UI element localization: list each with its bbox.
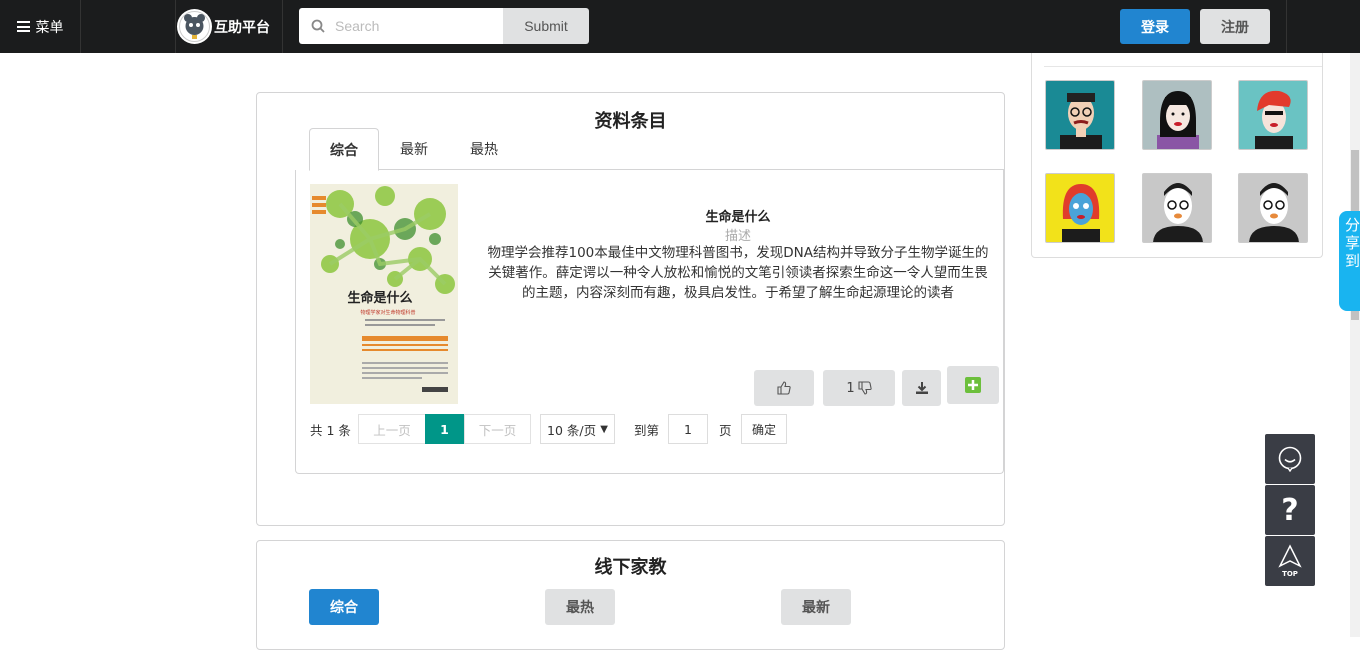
thumbs-up-icon <box>777 381 791 395</box>
plus-square-icon <box>965 377 981 393</box>
panel-divider <box>1044 66 1322 67</box>
chat-button[interactable] <box>1265 434 1315 484</box>
tab-latest[interactable]: 最新 <box>379 128 449 170</box>
avatar[interactable] <box>1142 80 1212 150</box>
item-title[interactable]: 生命是什么 <box>468 206 1008 225</box>
download-button[interactable] <box>902 370 941 406</box>
item-subtitle: 描述 <box>724 229 751 244</box>
next-page-button[interactable]: 下一页 <box>464 414 531 444</box>
thumbs-down-icon <box>858 381 872 395</box>
hamburger-icon <box>16 21 30 32</box>
top-navbar: 菜单 互助平台 Submit 登录 注册 <box>0 0 1360 53</box>
chat-icon <box>1278 446 1302 472</box>
like-button[interactable] <box>754 370 814 406</box>
tab-hottest[interactable]: 最热 <box>449 128 519 170</box>
share-tab[interactable]: 分享到： <box>1339 211 1360 311</box>
page-scrollbar[interactable] <box>1350 53 1360 637</box>
cover-title: 生命是什么 <box>347 290 412 306</box>
menu-label: 菜单 <box>35 19 64 36</box>
materials-card: 资料条目 综合 最新 最热 生命是什么 物理学家对生命物理科普 生命是什么 描述… <box>256 92 1005 526</box>
brand[interactable]: 互助平台 <box>175 0 283 53</box>
item-description: 物理学会推荐100本最佳中文物理科普图书，发现DNA结构并导致分子生物学诞生的关… <box>487 245 989 301</box>
help-icon: ? <box>1281 492 1299 528</box>
tutoring-title: 线下家教 <box>594 557 667 578</box>
login-button[interactable]: 登录 <box>1120 9 1190 44</box>
menu-button[interactable]: 菜单 <box>0 0 81 53</box>
goto-label: 到第 <box>634 422 660 438</box>
navbar-divider <box>1286 0 1287 53</box>
top-icon: TOP <box>1278 544 1302 578</box>
help-button[interactable]: ? <box>1265 485 1315 535</box>
materials-tabs: 综合 最新 最热 <box>309 128 1005 171</box>
filter-latest-button[interactable]: 最新 <box>781 589 851 625</box>
current-page[interactable]: 1 <box>425 414 464 444</box>
search-input[interactable] <box>335 18 495 34</box>
search-submit-button[interactable]: Submit <box>503 8 589 44</box>
cover-subtitle: 物理学家对生命物理科普 <box>360 309 415 316</box>
brand-name: 互助平台 <box>214 19 270 36</box>
pager-total: 共 1 条 <box>310 422 351 438</box>
page-size-value: 10 条/页 <box>547 422 597 438</box>
avatar[interactable] <box>1045 80 1115 150</box>
download-icon <box>915 382 928 394</box>
search-field <box>299 8 503 44</box>
avatar[interactable] <box>1142 173 1212 243</box>
back-to-top-button[interactable]: TOP <box>1265 536 1315 586</box>
dislike-count: 1 <box>846 380 855 396</box>
add-button[interactable] <box>947 366 999 404</box>
avatar[interactable] <box>1045 173 1115 243</box>
page-unit-label: 页 <box>719 422 732 438</box>
goto-page-input[interactable]: 1 <box>668 414 708 444</box>
filter-all-button[interactable]: 综合 <box>309 589 379 625</box>
materials-tab-pane: 生命是什么 物理学家对生命物理科普 生命是什么 描述 物理学会推荐100本最佳中… <box>295 170 1004 474</box>
avatar[interactable] <box>1238 80 1308 150</box>
dropdown-arrow-icon: ▼ <box>600 423 608 435</box>
user-avatar-panel <box>1031 53 1323 258</box>
goto-confirm-button[interactable]: 确定 <box>741 414 787 444</box>
book-cover[interactable]: 生命是什么 物理学家对生命物理科普 <box>310 184 458 404</box>
tab-all[interactable]: 综合 <box>309 128 379 171</box>
dislike-button[interactable]: 1 <box>823 370 895 406</box>
register-button[interactable]: 注册 <box>1200 9 1270 44</box>
search-icon <box>311 19 325 33</box>
prev-page-button[interactable]: 上一页 <box>358 414 426 444</box>
search-box: Submit <box>299 8 589 44</box>
avatar[interactable] <box>1238 173 1308 243</box>
tutoring-card: 线下家教 综合 最热 最新 <box>256 540 1005 650</box>
page-size-select[interactable]: 10 条/页 ▼ <box>540 414 615 444</box>
logo-icon <box>177 9 212 44</box>
filter-hottest-button[interactable]: 最热 <box>545 589 615 625</box>
svg-text:TOP: TOP <box>1282 570 1298 578</box>
pagination: 共 1 条 上一页 1 下一页 10 条/页 ▼ 到第 1 页 确定 <box>310 414 1000 444</box>
